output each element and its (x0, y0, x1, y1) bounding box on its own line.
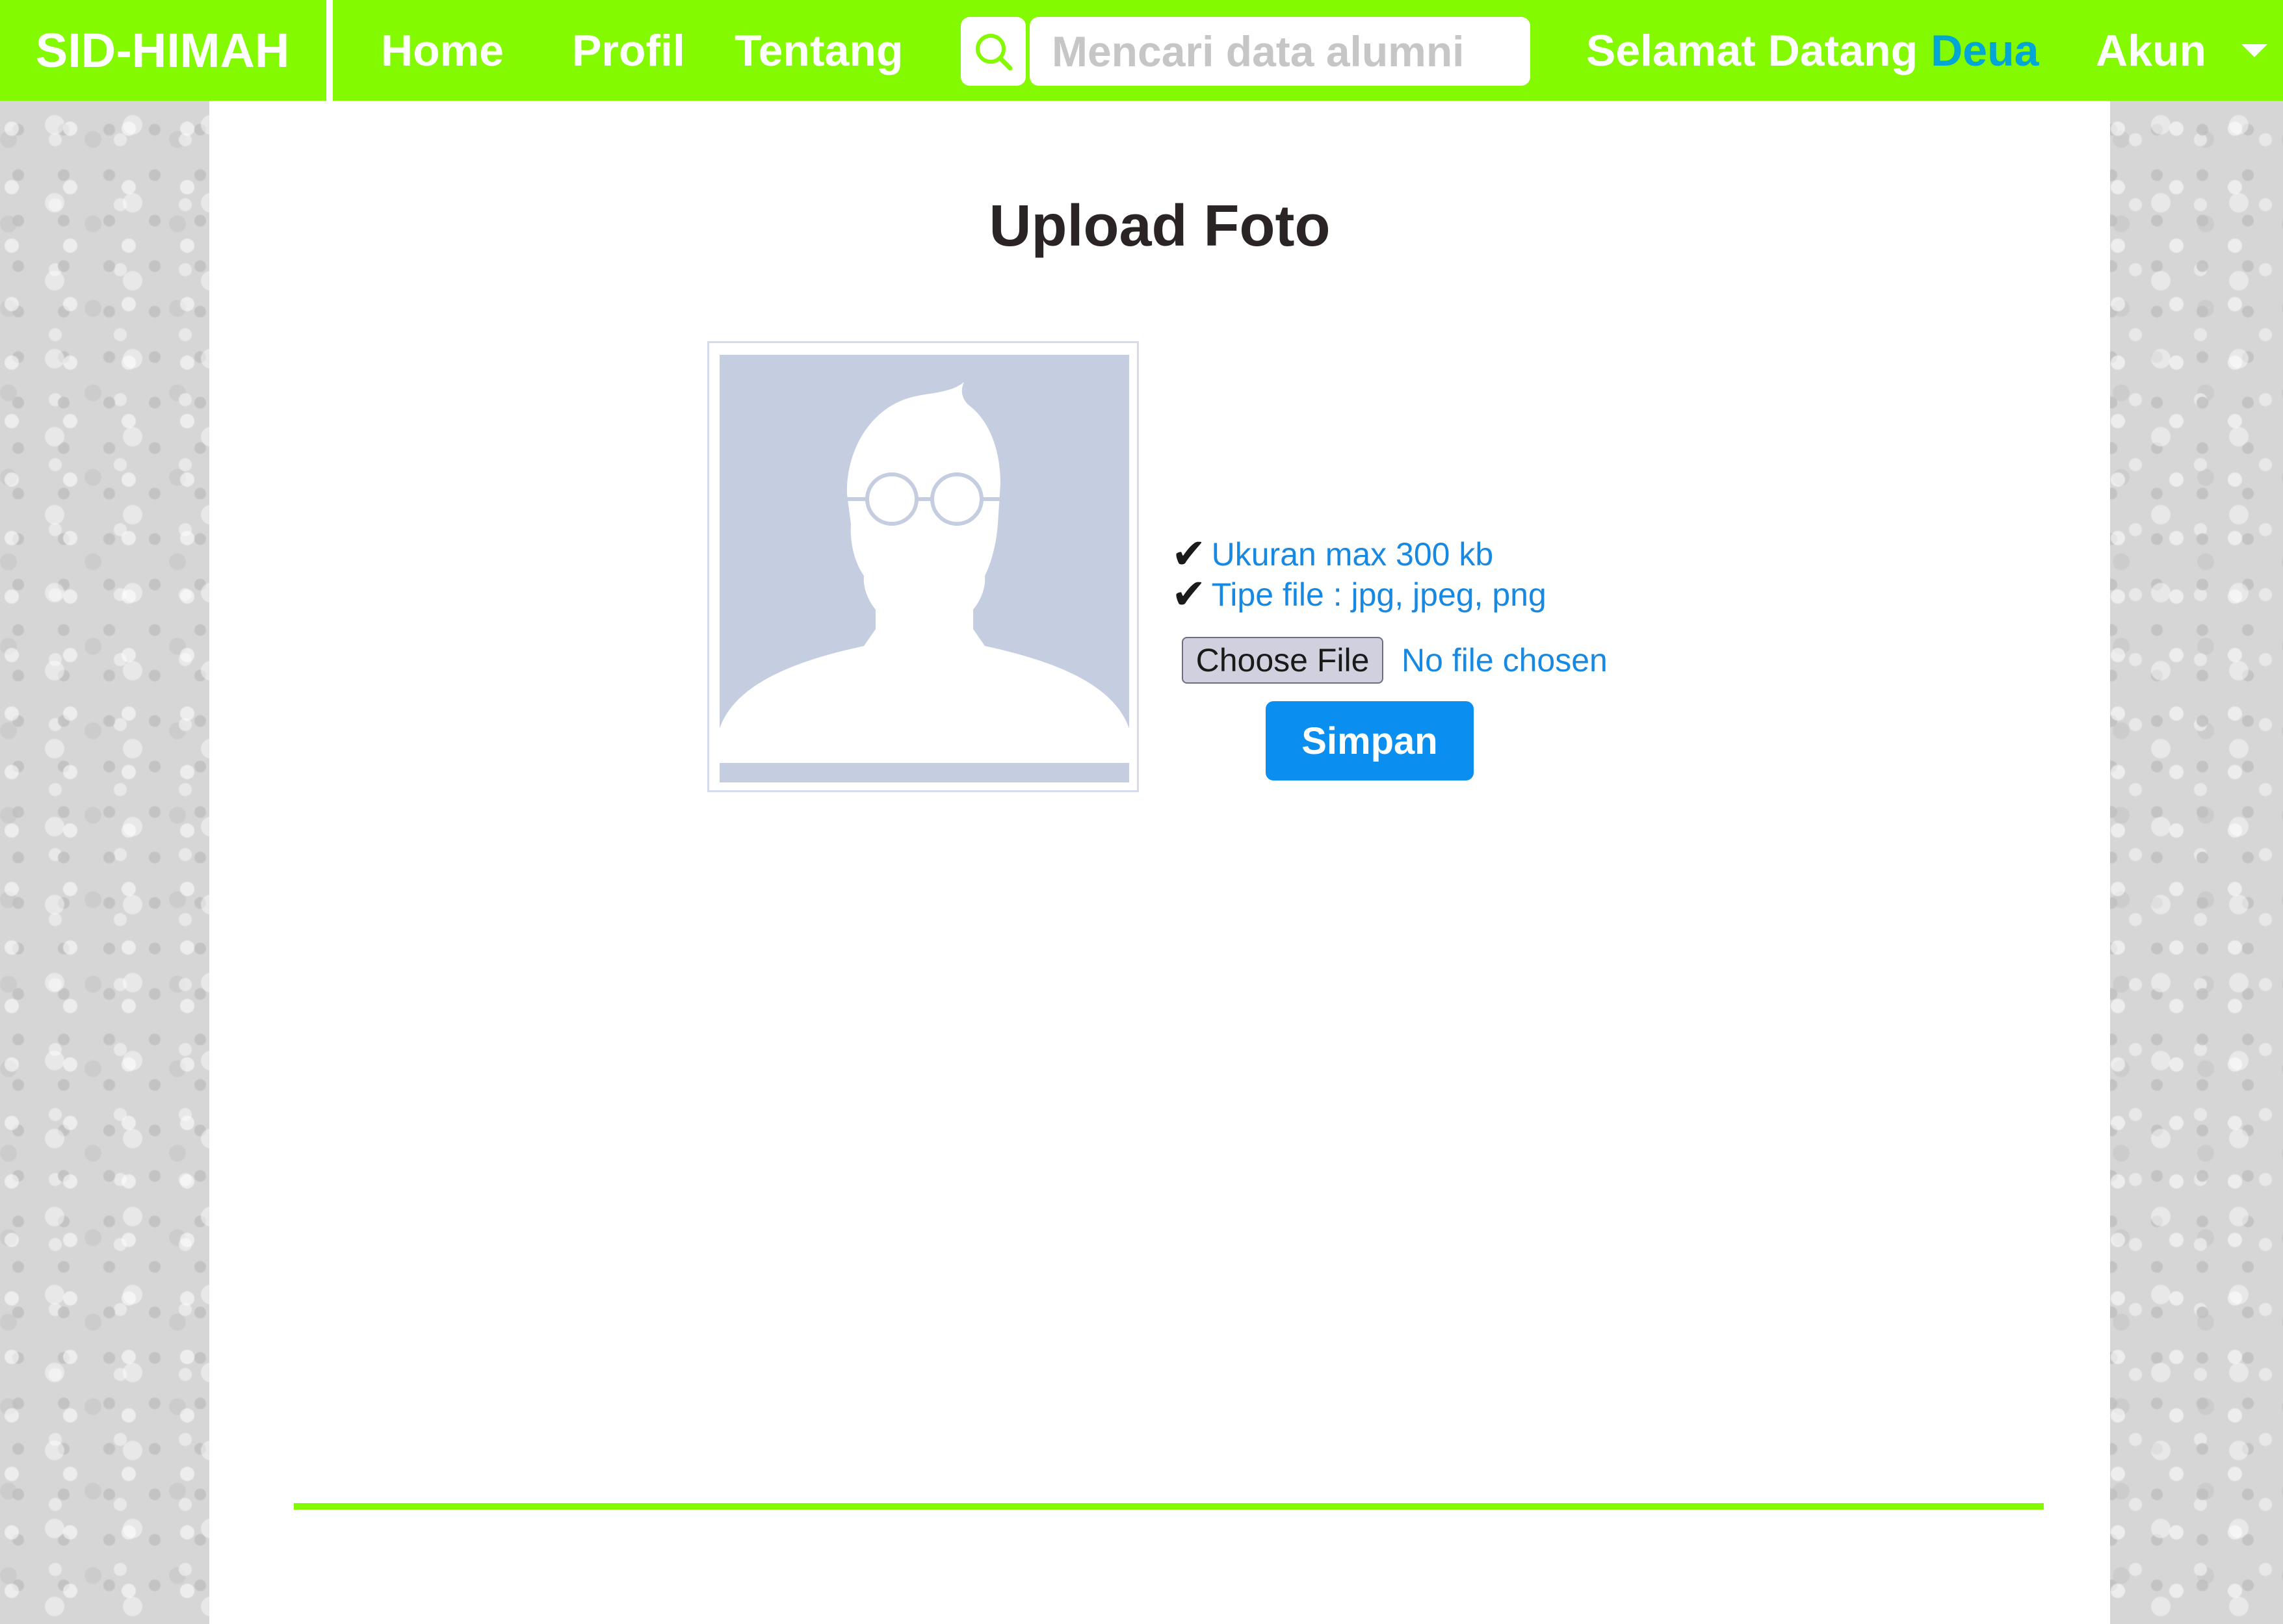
photo-preview (707, 341, 1139, 792)
save-button[interactable]: Simpan (1266, 701, 1474, 780)
nav-profil[interactable]: Profil (572, 0, 685, 101)
brand-divider (326, 0, 333, 101)
welcome-message: Selamat Datang Deua (1586, 0, 2039, 101)
search-icon (976, 34, 1013, 71)
requirement-type-text: Tipe file : jpg, jpeg, png (1211, 576, 1546, 613)
welcome-text: Selamat Datang (1586, 25, 1918, 75)
caret-down-icon (2241, 44, 2267, 57)
choose-file-button[interactable]: Choose File (1182, 637, 1383, 684)
brand-logo[interactable]: SID-HIMAH (0, 0, 325, 101)
username: Deua (1931, 25, 2039, 75)
checkmark-icon: ✔ (1171, 571, 1207, 617)
nav-home[interactable]: Home (381, 0, 504, 101)
main-content: Upload Foto ✔ Ukuran max 300 kb ✔ Tipe f… (209, 101, 2110, 1624)
search-button[interactable] (961, 17, 1026, 86)
footer-divider (294, 1503, 2044, 1510)
file-status: No file chosen (1402, 642, 1608, 678)
requirement-size-text: Ukuran max 300 kb (1211, 535, 1494, 573)
account-menu[interactable]: Akun (2096, 0, 2267, 101)
nav-tentang[interactable]: Tentang (735, 0, 903, 101)
profile-placeholder-icon (720, 355, 1129, 782)
page-title: Upload Foto (989, 194, 1331, 259)
search-input[interactable] (1030, 17, 1530, 86)
top-navbar: SID-HIMAH Home Profil Tentang Selamat Da… (0, 0, 2283, 101)
requirement-type: ✔ Tipe file : jpg, jpeg, png (1171, 570, 1546, 619)
account-label: Akun (2096, 25, 2206, 75)
